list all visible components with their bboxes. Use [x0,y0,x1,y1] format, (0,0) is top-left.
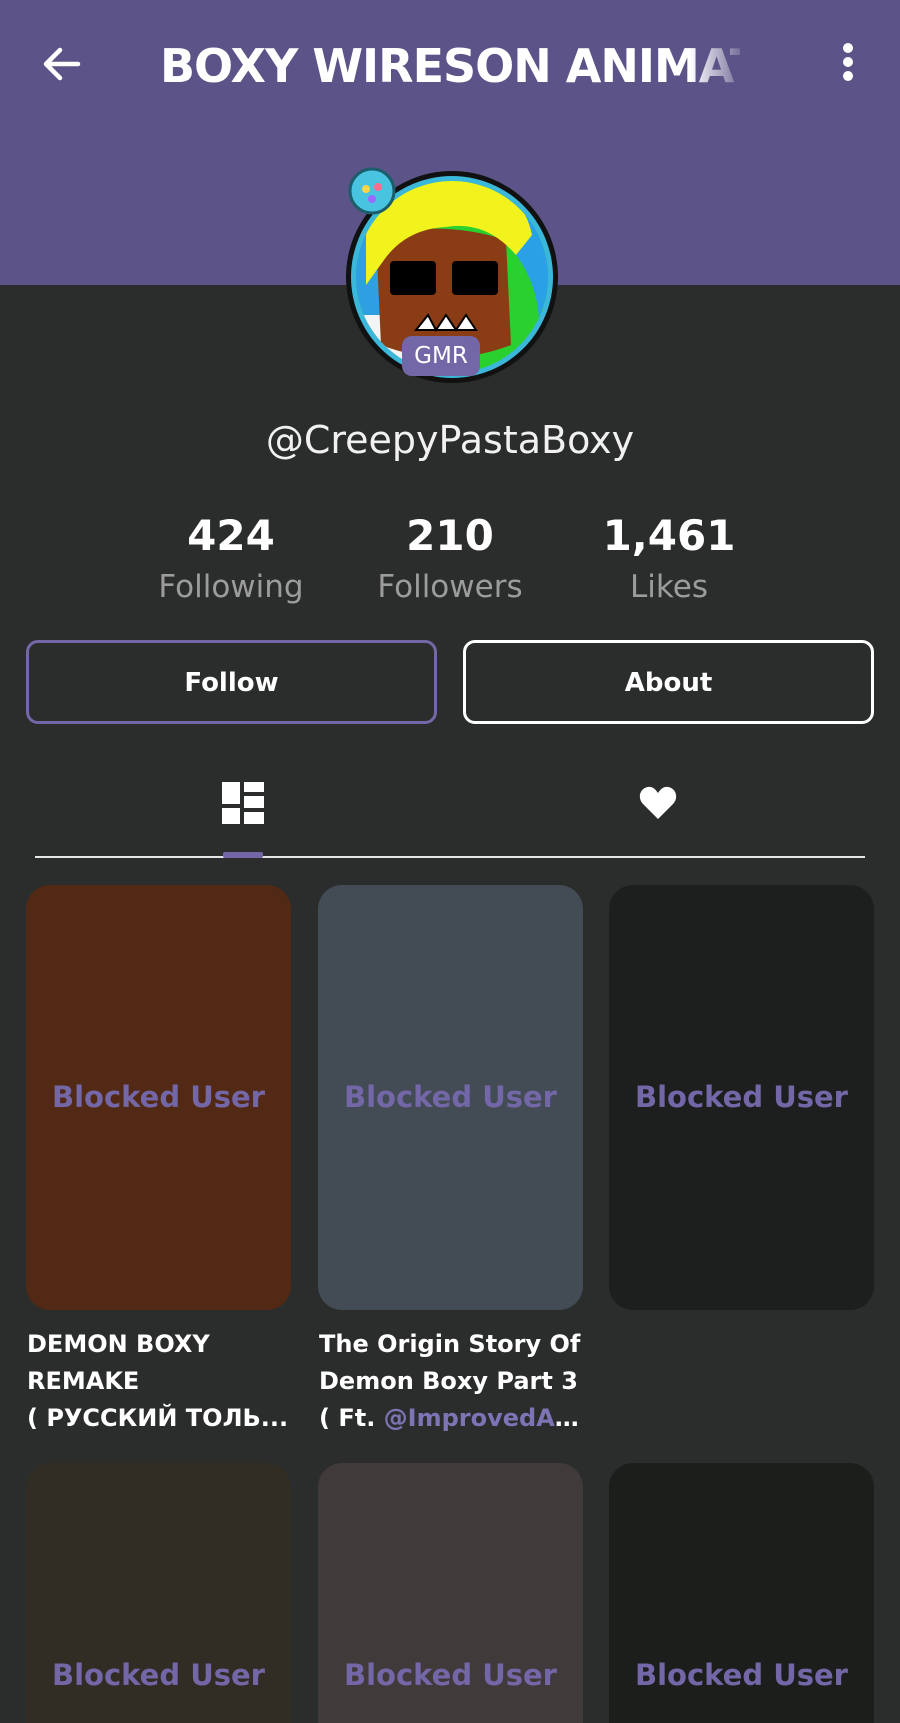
post-card-6[interactable]: Blocked User [609,1463,874,1723]
post-card-4[interactable]: Blocked User [26,1463,291,1723]
about-button[interactable]: About [463,640,874,724]
likes-count: 1,461 [602,511,736,560]
tab-posts[interactable] [0,770,450,850]
arrow-left-icon [43,47,81,81]
followers-stat[interactable]: 210 Followers [340,508,560,610]
more-options-button[interactable] [830,40,866,86]
tab-selected-indicator [223,852,263,858]
caption-prefix: ( Ft. [319,1404,384,1432]
post-caption-1[interactable]: DEMON BOXY REMAKE ( РУССКИЙ ТОЛЬ... [27,1326,297,1437]
blocked-user-label: Blocked User [344,1080,557,1114]
post-card-5[interactable]: Blocked User [318,1463,583,1723]
post-caption-2[interactable]: The Origin Story Of Demon Boxy Part 3 ( … [319,1326,589,1437]
tab-divider [35,856,865,858]
caption-line: ( Ft. @ImprovedAn... [319,1400,589,1437]
follow-button[interactable]: Follow [26,640,437,724]
blocked-user-label: Blocked User [635,1658,848,1692]
followers-label: Followers [377,569,523,605]
heart-icon [639,786,677,819]
blocked-user-label: Blocked User [344,1658,557,1692]
following-stat[interactable]: 424 Following [121,508,341,610]
caption-line: DEMON BOXY [27,1330,210,1358]
following-label: Following [158,569,304,605]
following-count: 424 [187,511,275,560]
followers-count: 210 [406,511,494,560]
caption-line: ( РУССКИЙ ТОЛЬ... [27,1404,289,1432]
gmr-badge: GMR [414,343,468,369]
tab-likes[interactable] [450,770,900,850]
more-vertical-icon [843,43,853,81]
caption-line: The Origin Story Of [319,1330,581,1358]
title-fade [690,34,750,98]
post-card-1[interactable]: Blocked User [26,885,291,1310]
caption-line: REMAKE [27,1367,140,1395]
mention-link[interactable]: @ImprovedAn... [384,1404,589,1432]
username: @CreepyPastaBoxy [265,418,635,462]
grid-icon [222,782,264,824]
likes-stat[interactable]: 1,461 Likes [559,508,779,610]
caption-line: Demon Boxy Part 3 [319,1367,578,1395]
post-card-3[interactable]: Blocked User [609,885,874,1310]
blocked-user-label: Blocked User [52,1658,265,1692]
likes-label: Likes [630,569,708,605]
page-title: BOXY WIRESON ANIMAT [160,39,740,93]
blocked-user-label: Blocked User [635,1080,848,1114]
avatar[interactable]: GMR [336,165,568,397]
post-card-2[interactable]: Blocked User [318,885,583,1310]
back-button[interactable] [36,38,88,90]
blocked-user-label: Blocked User [52,1080,265,1114]
